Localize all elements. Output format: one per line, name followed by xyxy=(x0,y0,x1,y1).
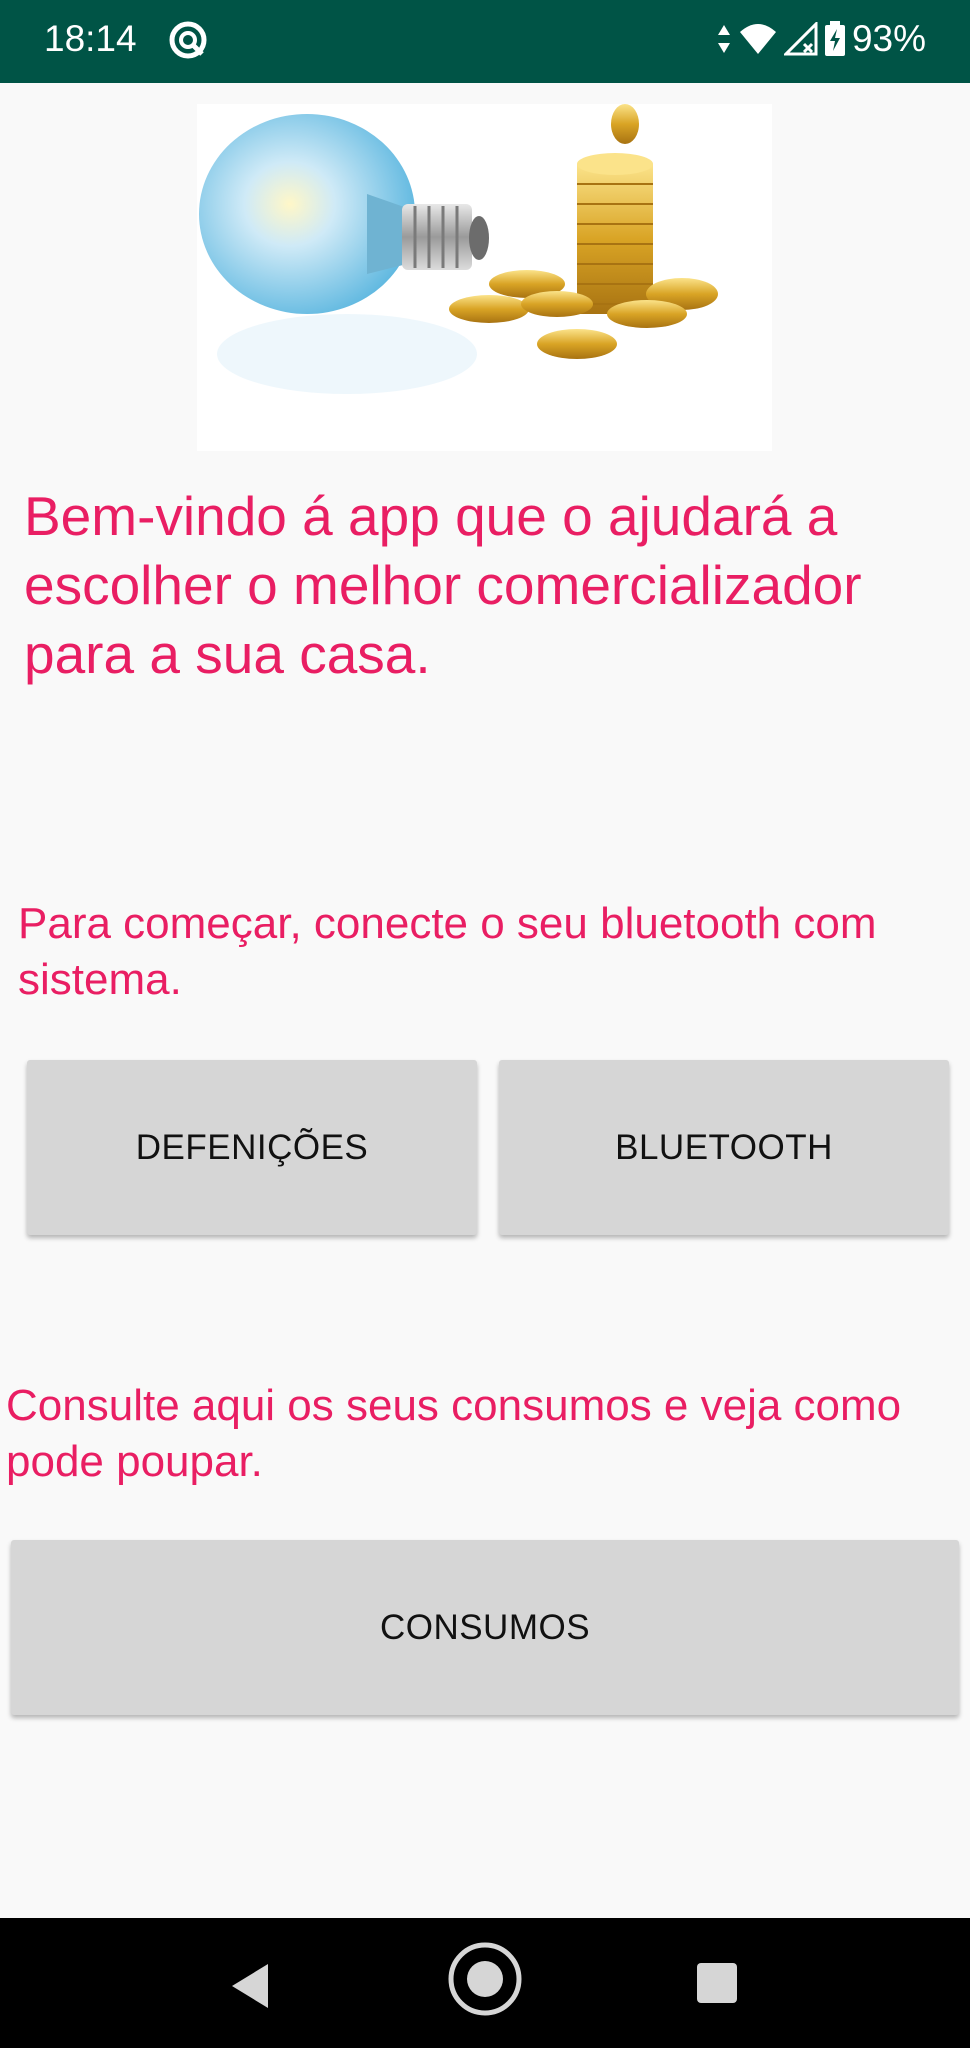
settings-button[interactable]: DEFENIÇÕES xyxy=(27,1060,477,1235)
wifi-icon: 4 xyxy=(738,22,778,56)
battery-percent: 93% xyxy=(851,18,926,59)
gold-coins-icon xyxy=(449,104,718,359)
consumption-button[interactable]: CONSUMOS xyxy=(11,1540,959,1715)
app-notification-icon xyxy=(169,21,207,59)
bluetooth-button[interactable]: BLUETOOTH xyxy=(499,1060,949,1235)
consumption-prompt: Consulte aqui os seus consumos e veja co… xyxy=(6,1381,902,1486)
battery-charging-icon xyxy=(824,21,845,56)
data-arrows-icon xyxy=(717,25,730,53)
cell-signal-icon xyxy=(783,22,818,56)
status-time: 18:14 xyxy=(44,18,137,59)
hero-image xyxy=(197,104,772,451)
back-icon[interactable] xyxy=(228,1962,272,2010)
welcome-message: Bem-vindo á app que o ajudará a escolher… xyxy=(24,485,862,685)
recents-icon[interactable] xyxy=(696,1962,738,2004)
navigation-bar xyxy=(0,1918,970,2048)
light-bulb-icon xyxy=(199,114,489,394)
bluetooth-prompt: Para começar, conecte o seu bluetooth co… xyxy=(18,899,877,1004)
status-bar: 18:14 4 93% xyxy=(0,0,970,83)
status-icons: 4 93% xyxy=(716,18,926,60)
network-badge: 4 xyxy=(768,36,776,52)
home-icon[interactable] xyxy=(446,1940,524,2018)
